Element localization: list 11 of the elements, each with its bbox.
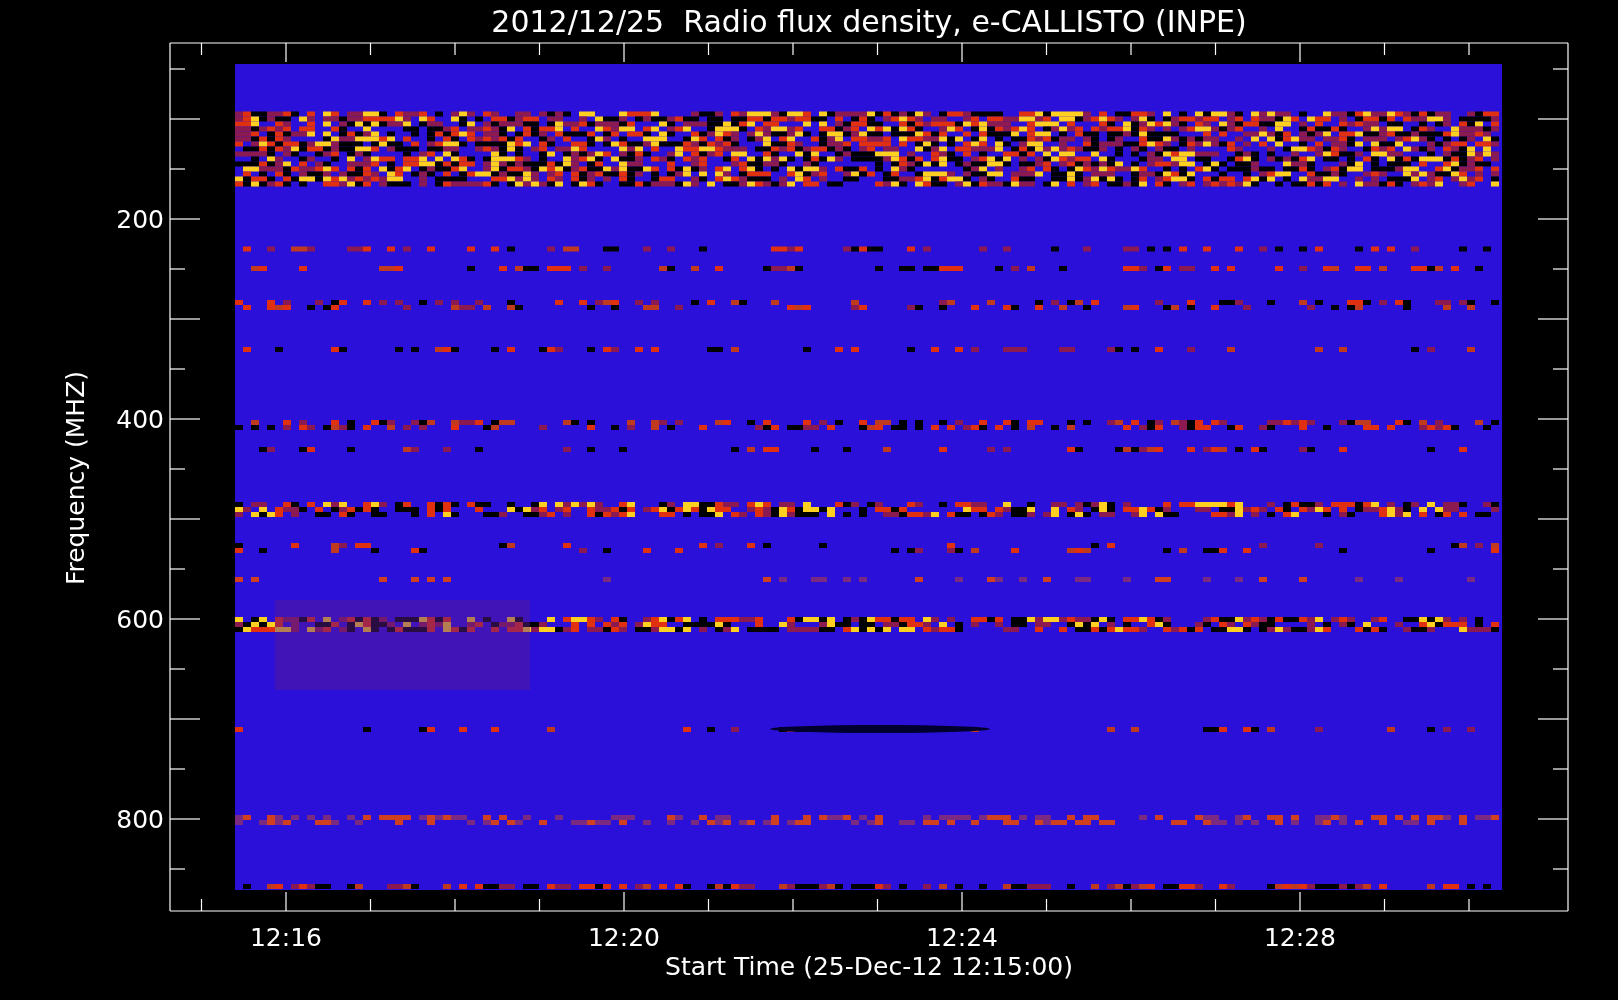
- y-axis-label: Frequency (MHZ): [61, 370, 90, 586]
- x-tick-label: 12:20: [588, 923, 660, 952]
- x-tick-label: 12:24: [926, 923, 998, 952]
- x-axis-label: Start Time (25-Dec-12 12:15:00): [665, 952, 1073, 981]
- x-tick-label: 12:28: [1264, 923, 1336, 952]
- x-tick-label: 12:16: [250, 923, 322, 952]
- y-tick-label: 200: [116, 205, 164, 234]
- y-tick-label: 600: [116, 605, 164, 634]
- chart-title: 2012/12/25 Radio flux density, e-CALLISTO (INPE): [491, 4, 1247, 39]
- y-tick-label: 800: [116, 805, 164, 834]
- y-tick-label: 400: [116, 405, 164, 434]
